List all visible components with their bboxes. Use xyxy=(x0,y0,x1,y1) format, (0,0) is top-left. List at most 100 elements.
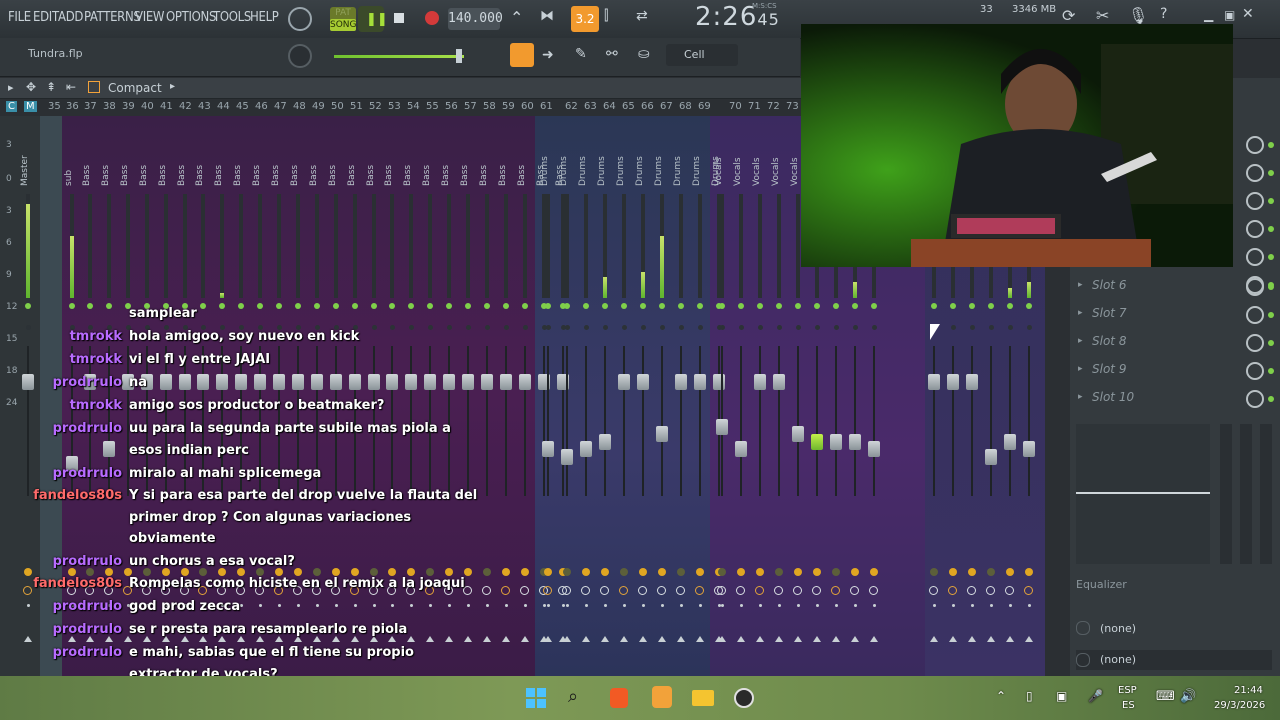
mute-led[interactable] xyxy=(697,303,703,309)
track-number[interactable]: 35 xyxy=(48,101,61,112)
bulb-icon[interactable] xyxy=(582,568,590,576)
volume-icon[interactable]: 🔊 xyxy=(1180,689,1196,704)
bulb-icon[interactable] xyxy=(677,568,685,576)
slider-handle[interactable] xyxy=(456,49,462,63)
track-number[interactable]: 64 xyxy=(603,101,616,112)
routing-dot[interactable] xyxy=(680,604,683,607)
route-arrow-icon[interactable] xyxy=(968,636,976,642)
mute-led[interactable] xyxy=(776,303,782,309)
bulb-icon[interactable] xyxy=(832,568,840,576)
menu-help[interactable]: HELP xyxy=(250,10,279,25)
eq-band-2[interactable] xyxy=(1240,424,1252,564)
mute-led[interactable] xyxy=(931,303,937,309)
fx-slot[interactable]: ▸ Slot 10 xyxy=(1070,388,1280,414)
minimize-icon[interactable]: ▁ xyxy=(1204,8,1213,22)
routing-dot[interactable] xyxy=(1009,604,1012,607)
link-icon[interactable]: ⚯ xyxy=(606,46,618,62)
slot-enable-led[interactable] xyxy=(1268,312,1274,318)
track-number[interactable]: 53 xyxy=(388,101,401,112)
slot-enable-led[interactable] xyxy=(1268,198,1274,204)
refresh-icon[interactable]: ⟳ xyxy=(1062,6,1075,25)
track-number[interactable]: 57 xyxy=(464,101,477,112)
stereo-knob[interactable] xyxy=(581,586,590,595)
solo-dot[interactable] xyxy=(951,325,956,330)
volume-fader[interactable] xyxy=(618,373,630,390)
stereo-knob[interactable] xyxy=(1024,586,1033,595)
mixer-strip[interactable]: Drums xyxy=(673,116,689,676)
track-number[interactable]: 37 xyxy=(84,101,97,112)
volume-fader[interactable] xyxy=(868,441,880,457)
fx-slot[interactable]: ▸ Slot 8 xyxy=(1070,332,1280,358)
route-arrow-icon[interactable] xyxy=(1006,636,1014,642)
routing-dot[interactable] xyxy=(566,604,569,607)
bulb-icon[interactable] xyxy=(794,568,802,576)
mixer-strip[interactable]: Drums xyxy=(559,116,575,676)
stereo-knob[interactable] xyxy=(812,586,821,595)
solo-dot[interactable] xyxy=(1027,325,1032,330)
bulb-icon[interactable] xyxy=(563,568,571,576)
volume-fader[interactable] xyxy=(694,373,706,390)
bulb-icon[interactable] xyxy=(620,568,628,576)
solo-dot[interactable] xyxy=(834,325,839,330)
volume-fader[interactable] xyxy=(580,441,592,457)
search-icon[interactable]: ⌕ xyxy=(568,686,578,707)
solo-dot[interactable] xyxy=(989,325,994,330)
eq-band-3[interactable] xyxy=(1260,424,1272,564)
menu-arrow-icon[interactable]: ▸ xyxy=(8,81,14,94)
mixer-strip[interactable]: Vocals xyxy=(771,116,787,676)
mixer-strip[interactable]: Vocals xyxy=(733,116,749,676)
bulb-icon[interactable] xyxy=(987,568,995,576)
slot-mix-knob[interactable] xyxy=(1246,164,1264,182)
volume-fader[interactable] xyxy=(966,373,978,390)
route-arrow-icon[interactable] xyxy=(832,636,840,642)
volume-fader[interactable] xyxy=(947,373,959,390)
usb-icon[interactable]: ▯ xyxy=(1026,689,1033,703)
play-button[interactable]: ❚❚ xyxy=(358,6,388,32)
layout-icon[interactable] xyxy=(88,81,100,93)
master-volume-knob[interactable] xyxy=(288,7,312,31)
routing-dot[interactable] xyxy=(1028,604,1031,607)
mute-led[interactable] xyxy=(602,303,608,309)
solo-dot[interactable] xyxy=(1008,325,1013,330)
track-number[interactable]: 56 xyxy=(445,101,458,112)
stereo-knob[interactable] xyxy=(850,586,859,595)
route-arrow-icon[interactable] xyxy=(987,636,995,642)
track-number[interactable]: 47 xyxy=(274,101,287,112)
volume-fader[interactable] xyxy=(849,433,861,450)
track-number[interactable]: 39 xyxy=(122,101,135,112)
mixer-strip[interactable]: Vocals xyxy=(752,116,768,676)
route-arrow-icon[interactable] xyxy=(563,636,571,642)
volume-fader[interactable] xyxy=(656,426,668,442)
bulb-icon[interactable] xyxy=(949,568,957,576)
bulb-icon[interactable] xyxy=(851,568,859,576)
solo-dot[interactable] xyxy=(660,325,665,330)
route-arrow-icon[interactable] xyxy=(930,636,938,642)
solo-dot[interactable] xyxy=(546,325,551,330)
mute-led[interactable] xyxy=(833,303,839,309)
track-number[interactable]: 38 xyxy=(103,101,116,112)
route-arrow-icon[interactable] xyxy=(544,636,552,642)
stop-button[interactable] xyxy=(388,6,414,32)
mixer-strip[interactable]: Vocals xyxy=(714,116,730,676)
solo-dot[interactable] xyxy=(698,325,703,330)
stereo-knob[interactable] xyxy=(562,586,571,595)
tools-icon[interactable]: ✂ xyxy=(1096,6,1109,25)
menu-view[interactable]: VIEW xyxy=(135,10,165,25)
routing-dot[interactable] xyxy=(585,604,588,607)
track-number[interactable]: 46 xyxy=(255,101,268,112)
track-number[interactable]: 36 xyxy=(66,101,79,112)
step-edit-icon[interactable]: ⫿ xyxy=(604,8,628,30)
network-icon[interactable]: ⌨ xyxy=(1156,689,1175,704)
snap-mode-button[interactable] xyxy=(510,43,534,67)
slot-arrow-icon[interactable]: ▸ xyxy=(1078,336,1083,346)
help-icon[interactable]: ? xyxy=(1160,6,1167,22)
pattern-song-toggle[interactable]: PAT SONG xyxy=(330,7,357,31)
stereo-knob[interactable] xyxy=(657,586,666,595)
track-number[interactable]: 73 xyxy=(786,101,799,112)
bulb-icon[interactable] xyxy=(1006,568,1014,576)
mute-led[interactable] xyxy=(988,303,994,309)
volume-fader[interactable] xyxy=(542,441,554,457)
bulb-icon[interactable] xyxy=(601,568,609,576)
volume-fader[interactable] xyxy=(830,433,842,450)
stamp-icon[interactable]: ⛀ xyxy=(638,46,650,62)
